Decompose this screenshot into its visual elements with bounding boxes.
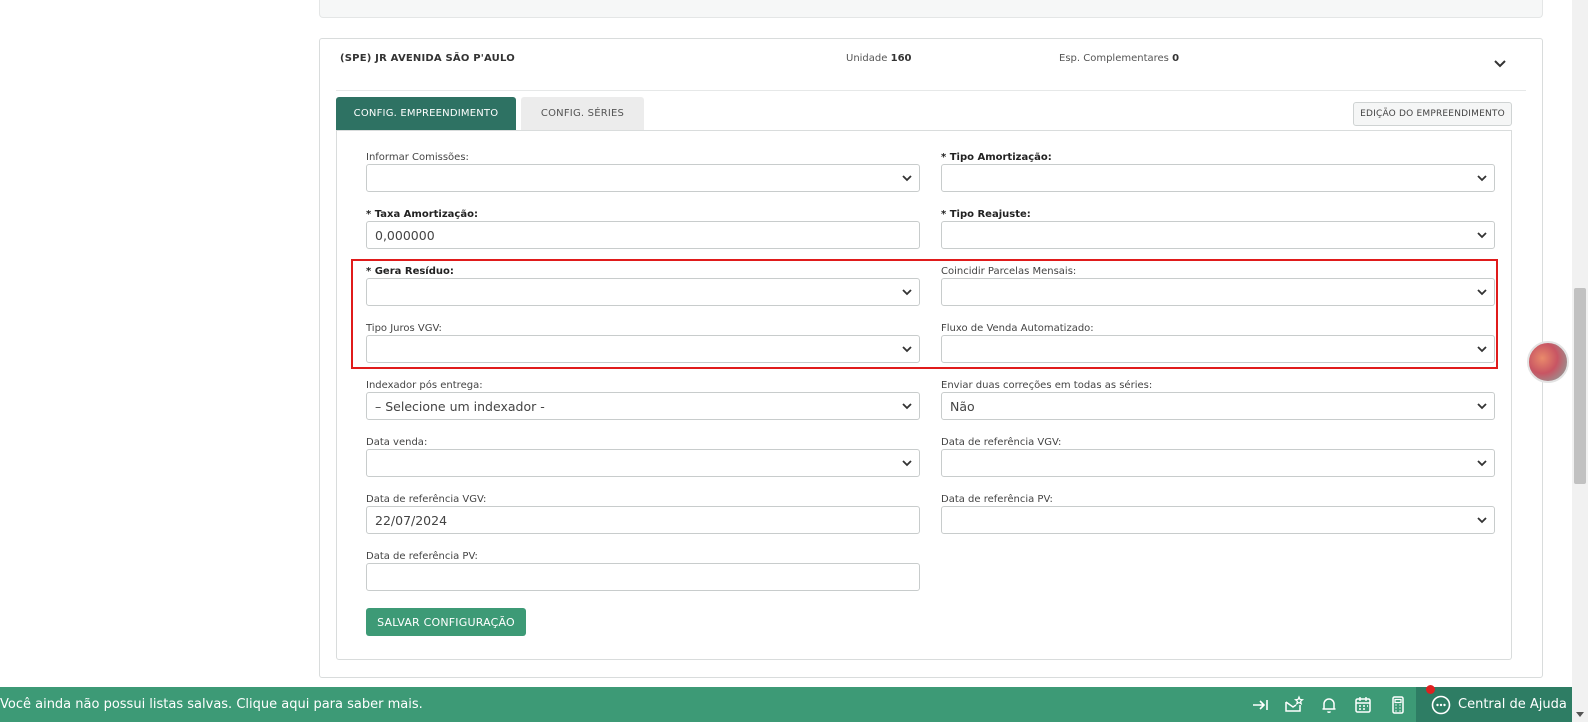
tab-config-empreendimento[interactable]: CONFIG. EMPREENDIMENTO bbox=[336, 97, 516, 130]
data-ref-pv-select-field: Data de referência PV: bbox=[941, 493, 1495, 534]
help-center-label: Central de Ajuda bbox=[1458, 697, 1567, 712]
notification-dot bbox=[1426, 685, 1435, 694]
data-ref-vgv-input-field: Data de referência VGV: 22/07/2024 bbox=[366, 493, 920, 534]
gera-residuo-select[interactable] bbox=[366, 278, 920, 306]
data-ref-vgv-select-field: Data de referência VGV: bbox=[941, 436, 1495, 477]
calendar-icon[interactable] bbox=[1353, 695, 1373, 715]
informar-comissoes-select[interactable] bbox=[366, 164, 920, 192]
data-ref-pv-select[interactable] bbox=[941, 506, 1495, 534]
gera-residuo-label: * Gera Resíduo: bbox=[366, 266, 454, 277]
esp-label: Esp. Complementares bbox=[1059, 53, 1169, 64]
bottom-bar: Você ainda não possui listas salvas. Cli… bbox=[0, 687, 1572, 722]
esp-value: 0 bbox=[1172, 53, 1180, 64]
chevron-down-icon bbox=[1477, 517, 1487, 524]
fluxo-venda-field: Fluxo de Venda Automatizado: bbox=[941, 322, 1495, 363]
data-ref-pv-input-field: Data de referência PV: bbox=[366, 550, 920, 591]
tipo-reajuste-label: * Tipo Reajuste: bbox=[941, 209, 1031, 220]
chevron-down-icon bbox=[902, 175, 912, 182]
save-configuration-button[interactable]: SALVAR CONFIGURAÇÃO bbox=[366, 608, 526, 636]
collapse-right-icon[interactable] bbox=[1250, 695, 1270, 715]
indexador-value: – Selecione um indexador - bbox=[375, 398, 545, 414]
floating-assistant-avatar[interactable] bbox=[1527, 341, 1569, 383]
chevron-down-icon bbox=[902, 346, 912, 353]
indexador-label: Indexador pós entrega: bbox=[366, 380, 483, 391]
chevron-down-icon bbox=[1477, 346, 1487, 353]
taxa-amortizacao-field: * Taxa Amortização: 0,000000 bbox=[366, 208, 920, 249]
taxa-amortizacao-input[interactable]: 0,000000 bbox=[366, 221, 920, 249]
tipo-reajuste-field: * Tipo Reajuste: bbox=[941, 208, 1495, 249]
data-ref-pv-input[interactable] bbox=[366, 563, 920, 591]
data-ref-vgv-select-label: Data de referência VGV: bbox=[941, 437, 1062, 448]
coincidir-parcelas-label: Coincidir Parcelas Mensais: bbox=[941, 266, 1077, 277]
data-venda-field: Data venda: bbox=[366, 436, 920, 477]
tipo-juros-vgv-select[interactable] bbox=[366, 335, 920, 363]
tipo-reajuste-select[interactable] bbox=[941, 221, 1495, 249]
tab-config-series[interactable]: CONFIG. SÉRIES bbox=[521, 97, 644, 130]
esp-complementares-info: Esp. Complementares 0 bbox=[1059, 53, 1179, 64]
data-ref-vgv-input-label: Data de referência VGV: bbox=[366, 494, 487, 505]
tipo-amortizacao-label: * Tipo Amortização: bbox=[941, 152, 1052, 163]
chevron-down-icon bbox=[1477, 232, 1487, 239]
chevron-down-icon bbox=[1477, 403, 1487, 410]
data-ref-vgv-input[interactable]: 22/07/2024 bbox=[366, 506, 920, 534]
coincidir-parcelas-field: Coincidir Parcelas Mensais: bbox=[941, 265, 1495, 306]
help-center-button[interactable]: Central de Ajuda bbox=[1416, 687, 1572, 722]
tipo-juros-vgv-label: Tipo Juros VGV: bbox=[366, 323, 442, 334]
scroll-down-arrow-icon[interactable] bbox=[1574, 708, 1586, 720]
chevron-down-icon[interactable] bbox=[1492, 55, 1508, 71]
chevron-down-icon bbox=[902, 289, 912, 296]
informar-comissoes-field: Informar Comissões: bbox=[366, 151, 920, 192]
enviar-correcoes-field: Enviar duas correções em todas as séries… bbox=[941, 379, 1495, 420]
unidade-info: Unidade 160 bbox=[846, 53, 911, 64]
header-divider bbox=[336, 90, 1526, 91]
indexador-select[interactable]: – Selecione um indexador - bbox=[366, 392, 920, 420]
data-ref-pv-select-label: Data de referência PV: bbox=[941, 494, 1053, 505]
chevron-down-icon bbox=[1477, 289, 1487, 296]
data-venda-label: Data venda: bbox=[366, 437, 428, 448]
data-ref-vgv-select[interactable] bbox=[941, 449, 1495, 477]
enviar-correcoes-value: Não bbox=[950, 398, 975, 414]
mail-star-icon[interactable] bbox=[1284, 695, 1304, 715]
enviar-correcoes-label: Enviar duas correções em todas as séries… bbox=[941, 380, 1153, 391]
chat-bubble-icon bbox=[1431, 695, 1451, 714]
unidade-label: Unidade bbox=[846, 53, 888, 64]
card-header[interactable]: (SPE) JR AVENIDA SÃO P'AULO Unidade 160 … bbox=[320, 39, 1542, 90]
coincidir-parcelas-select[interactable] bbox=[941, 278, 1495, 306]
tipo-juros-vgv-field: Tipo Juros VGV: bbox=[366, 322, 920, 363]
bell-icon[interactable] bbox=[1319, 695, 1339, 715]
saved-lists-message[interactable]: Você ainda não possui listas salvas. Cli… bbox=[0, 697, 423, 712]
edit-enterprise-button[interactable]: EDIÇÃO DO EMPREENDIMENTO bbox=[1353, 102, 1512, 126]
tipo-amortizacao-field: * Tipo Amortização: bbox=[941, 151, 1495, 192]
calculator-icon[interactable] bbox=[1388, 695, 1408, 715]
taxa-amortizacao-label: * Taxa Amortização: bbox=[366, 209, 478, 220]
fluxo-venda-label: Fluxo de Venda Automatizado: bbox=[941, 323, 1094, 334]
company-name: (SPE) JR AVENIDA SÃO P'AULO bbox=[340, 53, 515, 64]
scrollbar-thumb[interactable] bbox=[1574, 288, 1586, 484]
chevron-down-icon bbox=[902, 403, 912, 410]
fluxo-venda-select[interactable] bbox=[941, 335, 1495, 363]
previous-card bbox=[319, 0, 1543, 18]
unidade-value: 160 bbox=[890, 53, 912, 64]
tipo-amortizacao-select[interactable] bbox=[941, 164, 1495, 192]
data-ref-pv-input-label: Data de referência PV: bbox=[366, 551, 478, 562]
informar-comissoes-label: Informar Comissões: bbox=[366, 152, 469, 163]
enviar-correcoes-select[interactable]: Não bbox=[941, 392, 1495, 420]
data-venda-select[interactable] bbox=[366, 449, 920, 477]
indexador-field: Indexador pós entrega: – Selecione um in… bbox=[366, 379, 920, 420]
gera-residuo-field: * Gera Resíduo: bbox=[366, 265, 920, 306]
chevron-down-icon bbox=[902, 460, 912, 467]
chevron-down-icon bbox=[1477, 175, 1487, 182]
chevron-down-icon bbox=[1477, 460, 1487, 467]
